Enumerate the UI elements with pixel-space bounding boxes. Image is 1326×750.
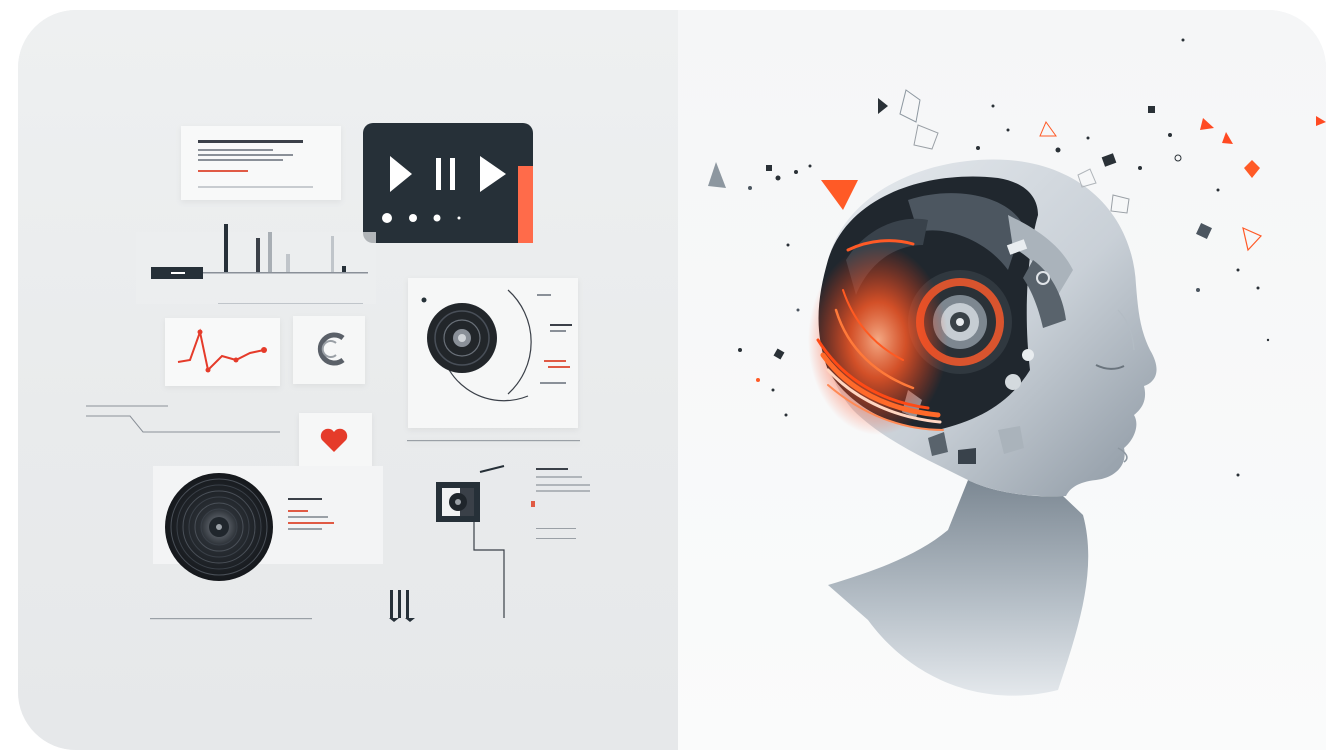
small-bars: [389, 590, 415, 622]
heart-card: [299, 413, 372, 473]
vinyl-card: [153, 466, 383, 581]
vinyl-disc-icon: [165, 473, 273, 581]
media-player-card: [363, 123, 533, 243]
device-widget: [436, 465, 505, 618]
ui-collage-illustration: [86, 123, 590, 622]
text-card: [181, 126, 341, 200]
speaker-icon: [427, 303, 497, 373]
ring-card: [293, 316, 365, 384]
robot-head-icon: [708, 38, 1326, 696]
ui-collage-panel: [18, 10, 678, 750]
robot-head-panel: [678, 10, 1326, 750]
side-text-block: [531, 468, 590, 539]
line-chart-card: [165, 318, 280, 386]
bar-chart-graphic: [136, 224, 376, 304]
speaker-card: [407, 278, 580, 442]
image-frame: [18, 10, 1326, 750]
connector-lines: [86, 405, 280, 433]
